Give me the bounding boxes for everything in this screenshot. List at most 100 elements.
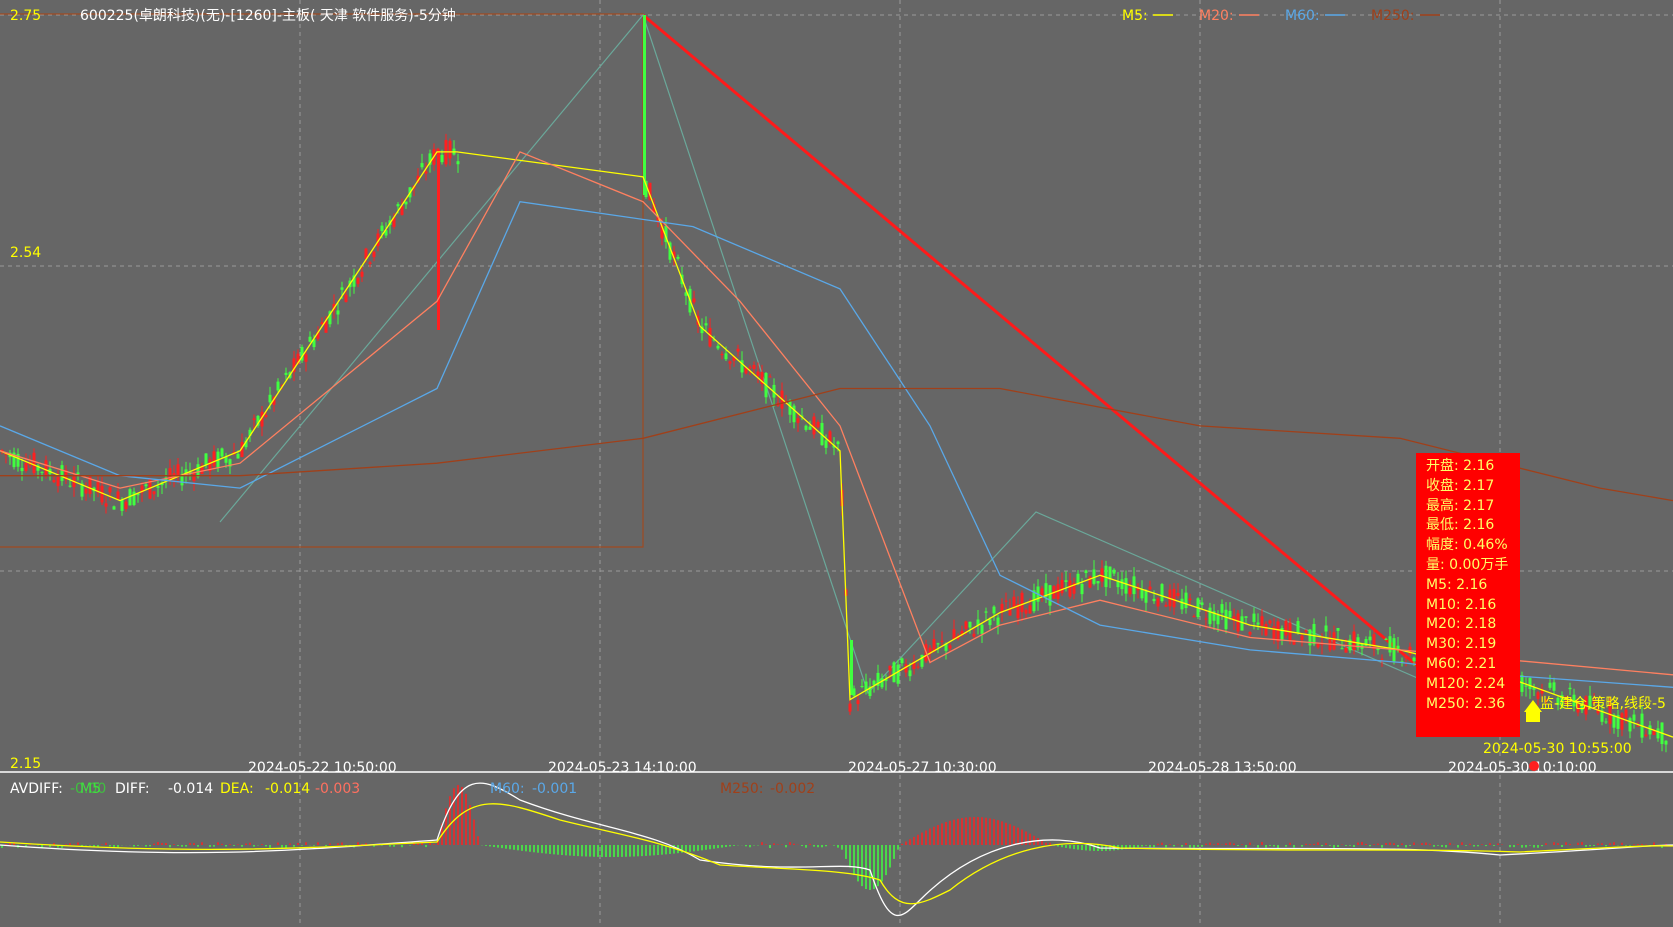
candle-body [1208,607,1212,625]
candle-body [368,262,372,264]
info-row: M250: 2.36 [1426,695,1506,712]
candle-body [404,201,408,205]
candle-body [1340,648,1344,650]
candle-body [456,161,460,165]
candle-body [268,394,272,403]
candle-body [1188,598,1192,601]
candle-body [340,287,344,290]
candle-body [440,154,444,163]
candle-body [804,425,808,430]
candle-body [812,416,816,435]
candle-body [1180,598,1184,610]
info-row: M5: 2.16 [1426,576,1488,593]
candle-body [304,354,308,362]
candle-body [1352,631,1356,651]
x-label-0: 2024-05-22 10:50:00 [248,760,397,776]
candle-body [1216,614,1220,625]
candle-body [1324,625,1328,632]
candle-body [236,453,240,459]
candle-body [980,624,984,634]
candle-body [864,681,868,691]
macd-label-6: -0.014 [265,781,310,797]
candle-body [1084,570,1088,573]
candle-body [20,467,24,472]
macd-label-4: -0.014 [168,781,213,797]
candle-body [1080,584,1084,595]
candle-body [968,621,972,628]
candle-body [68,485,72,487]
candle-body [892,662,896,683]
x-axis-labels: 2024-05-22 10:50:00 2024-05-23 14:10:00 20… [248,760,1597,776]
candle-body [1644,734,1648,737]
candle-body [372,251,376,258]
candle-body [380,225,384,232]
candle-body [1388,636,1392,653]
candle-body [1160,584,1164,602]
candle-body [1156,598,1160,607]
candle-body [284,372,288,375]
candle-body [360,271,364,277]
candle-body [204,453,208,465]
candle-body [108,487,112,493]
legend-label-1: M20: [1199,8,1234,24]
candle-body [720,354,724,356]
candle-body [356,278,360,284]
range-box [0,13,644,548]
candle-body [344,294,348,302]
candle-body [1380,658,1384,660]
up-arrow-icon [1526,712,1540,722]
macd-label-9: -0.001 [532,781,577,797]
info-row: M10: 2.16 [1426,596,1497,613]
macd-label-2: M5 [80,781,101,797]
trend-line [642,13,1421,670]
macd-label-0: AVDIFF: [10,781,63,797]
macd-label-10: M250: [720,781,764,797]
macd-label-8: M60: [490,781,525,797]
candle-body [1152,598,1156,602]
signal-time: 2024-05-30 10:55:00 [1483,741,1632,757]
candle-body [1124,578,1128,594]
candle-body [424,171,428,174]
candle-body [1096,581,1100,584]
info-row: 最高: 2.17 [1426,497,1495,514]
candle-body [1128,588,1132,595]
candle-body [1548,682,1552,688]
candle-body [448,140,452,159]
top-price-label: 2.75 [10,8,41,24]
info-row: 量: 0.00万手 [1426,556,1509,573]
candle-body [1200,602,1204,606]
candle-body [156,486,160,488]
candle-body [1372,634,1376,650]
candle-body [900,658,904,664]
candle-body [104,503,108,507]
candle-body [336,310,340,315]
spike-candle [643,15,646,195]
candle-body [768,376,772,378]
candle-body [1332,632,1336,650]
candle-body [1304,630,1308,632]
candle-body [860,686,864,688]
chart-texts: 2.75 600225(卓朗科技)(无)-[1260]-主板( 天津 软件服务)… [10,7,456,772]
candle-body [84,489,88,494]
candle-body [1648,725,1652,735]
candle-body [56,477,60,487]
candle-body [1192,616,1196,618]
candle-body [1276,621,1280,642]
candle-body [1252,613,1256,622]
candle-body [1068,580,1072,597]
candle-body [152,491,156,495]
candle-body [940,640,944,642]
candle-body [984,611,988,613]
candle-body [124,501,128,509]
candle-body [420,163,424,168]
candle-body [816,421,820,428]
candle-body [1064,580,1068,582]
candle-body [1664,740,1668,745]
candle-body [1024,609,1028,614]
candle-body [1300,635,1304,641]
macd-panel [0,782,1673,917]
candle-body [196,464,200,477]
candle-body [1204,618,1208,620]
candle-body [848,703,852,712]
candle-body [1004,600,1008,602]
